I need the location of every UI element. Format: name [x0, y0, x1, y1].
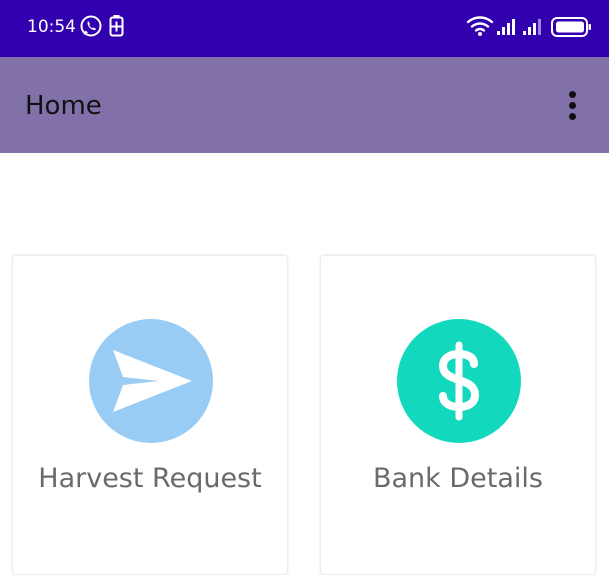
page-title: Home: [25, 91, 102, 121]
card-label: Harvest Request: [38, 463, 262, 494]
dollar-icon: [397, 319, 521, 443]
battery-icon: [550, 16, 592, 38]
whatsapp-icon: [79, 14, 103, 38]
status-bar: 10:54: [0, 0, 609, 57]
card-label: Bank Details: [372, 463, 543, 494]
more-vert-icon[interactable]: [559, 87, 587, 123]
battery-saver-icon: [109, 14, 125, 38]
app-bar: Home: [0, 57, 609, 153]
harvest-request-card[interactable]: Harvest Request: [12, 255, 288, 575]
send-icon: [89, 319, 213, 443]
signal-icon: [496, 15, 546, 37]
wifi-icon: [466, 15, 494, 37]
status-time: 10:54: [27, 17, 76, 37]
bank-details-card[interactable]: Bank Details: [320, 255, 596, 575]
